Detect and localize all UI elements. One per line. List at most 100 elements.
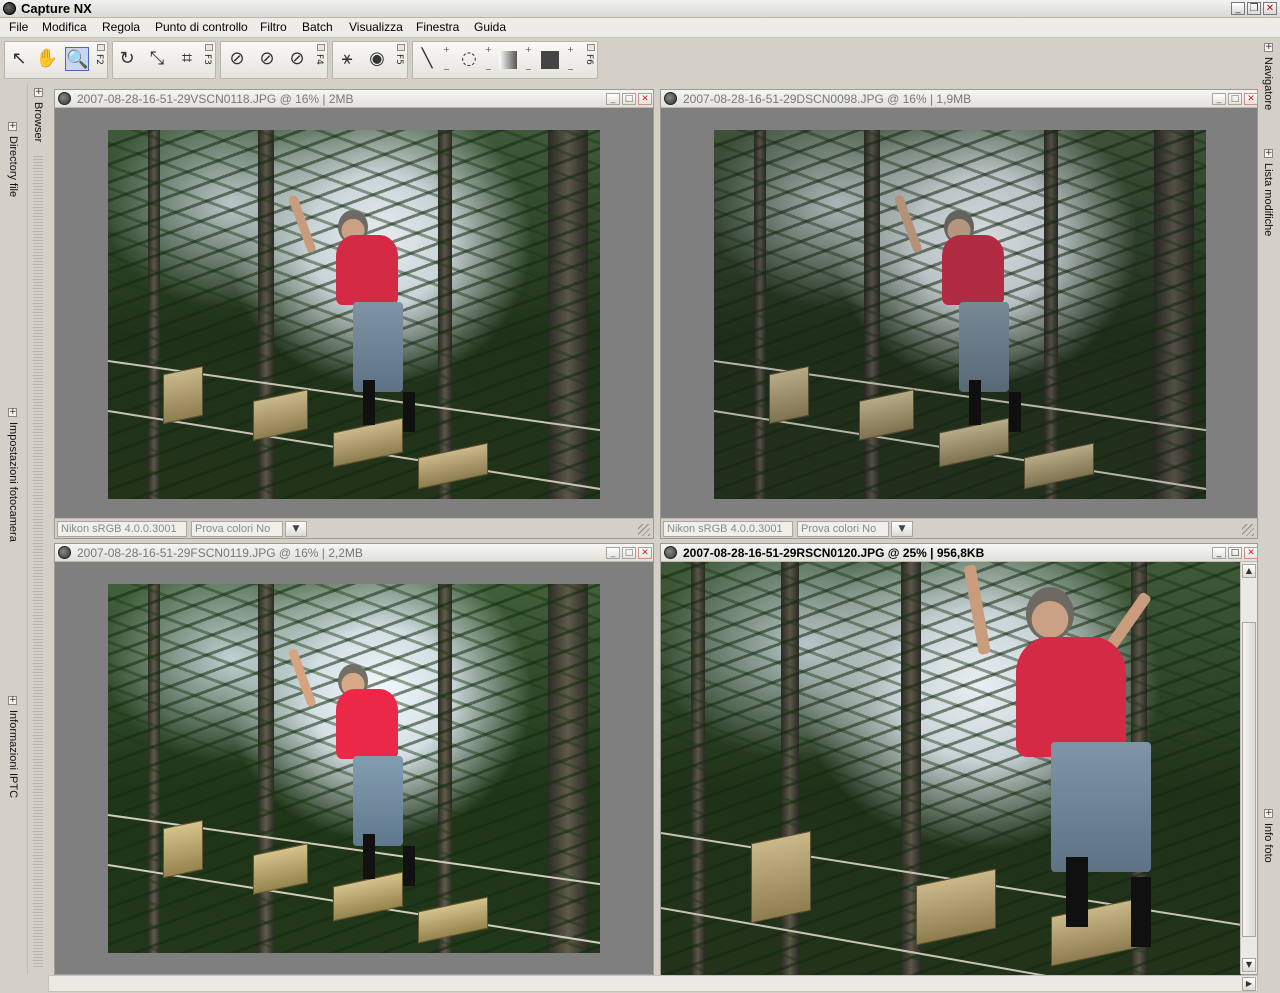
arrow-select-icon[interactable]: ↖ [7,47,31,71]
document-title-bar[interactable]: 2007-08-28-16-51-29FSCN0119.JPG @ 16% | … [55,544,653,562]
softproof-field: Prova colori No [797,521,889,537]
tool-group-f6: ╲ + − ◌ + − + − + − F6 [412,41,598,79]
red-eye-icon[interactable]: ⚹ [335,47,359,71]
hand-pan-icon[interactable]: ✋ [35,47,59,71]
expand-plus-icon[interactable]: + [1264,43,1273,52]
doc-minimize-button[interactable]: _ [606,93,620,105]
tab-directory-file[interactable]: Directory file [7,136,19,197]
menu-regola[interactable]: Regola [100,18,142,37]
doc-close-button[interactable]: ✕ [1244,93,1258,105]
zoom-icon[interactable]: 🔍 [65,47,89,71]
doc-maximize-button[interactable]: □ [1228,93,1242,105]
doc-close-button[interactable]: ✕ [638,93,652,105]
splitter[interactable] [33,154,43,969]
gradient-minus[interactable]: − [525,66,532,74]
document-window[interactable]: 2007-08-28-16-51-29VSCN0118.JPG @ 16% | … [54,89,654,539]
expand-plus-icon[interactable]: + [1264,149,1273,158]
tab-info-foto[interactable]: Info foto [1262,823,1274,863]
doc-close-button[interactable]: ✕ [638,547,652,559]
lasso-plus[interactable]: + [485,46,492,54]
shortcut-f3: F3 [202,54,212,65]
menu-modifica[interactable]: Modifica [40,18,89,37]
fill-icon[interactable] [541,51,559,69]
tab-navigatore[interactable]: Navigatore [1262,57,1274,110]
group-expand-toggle[interactable] [587,44,595,51]
menu-punto-di-controllo[interactable]: Punto di controllo [153,18,250,37]
shortcut-f6: F6 [584,54,594,65]
capture-nx-window: Capture NX _ ❐ ✕ File Modifica Regola Pu… [0,0,1280,993]
expand-plus-icon[interactable]: + [1264,809,1273,818]
document-window-active[interactable]: 2007-08-28-16-51-29RSCN0120.JPG @ 25% | … [660,543,1258,976]
tab-informazioni-iptc[interactable]: Informazioni IPTC [7,710,19,798]
doc-close-button[interactable]: ✕ [1244,547,1258,559]
scroll-up-button[interactable]: ▲ [1242,564,1256,578]
group-expand-toggle[interactable] [397,44,405,51]
lasso-icon[interactable]: ◌ [457,47,481,71]
minimize-button[interactable]: _ [1231,2,1245,15]
menu-filtro[interactable]: Filtro [258,18,289,37]
resize-grip[interactable] [1242,524,1254,536]
scroll-right-button[interactable]: ▶ [1242,977,1256,991]
tab-impostazioni-fotocamera[interactable]: Impostazioni fotocamera [7,422,19,542]
document-window[interactable]: 2007-08-28-16-51-29FSCN0119.JPG @ 16% | … [54,543,654,975]
menu-finestra[interactable]: Finestra [414,18,461,37]
photo-canvas[interactable] [714,130,1206,499]
group-expand-toggle[interactable] [97,44,105,51]
expand-plus-icon[interactable]: + [8,408,17,417]
menu-visualizza[interactable]: Visualizza [347,18,405,37]
menu-guida[interactable]: Guida [472,18,508,37]
nikon-logo-icon [664,546,677,559]
brush-icon[interactable]: ╲ [415,47,439,71]
eye-icon[interactable]: ◉ [365,47,389,71]
softproof-dropdown[interactable]: ▼ [891,521,913,537]
group-expand-toggle[interactable] [205,44,213,51]
menu-batch[interactable]: Batch [300,18,335,37]
expand-plus-icon[interactable]: + [8,122,17,131]
shortcut-f4: F4 [314,54,324,65]
document-window[interactable]: 2007-08-28-16-51-29DSCN0098.JPG @ 16% | … [660,89,1258,539]
doc-maximize-button[interactable]: □ [622,93,636,105]
resize-grip[interactable] [638,524,650,536]
vertical-scrollbar[interactable]: ▲ ▼ [1240,562,1257,974]
photo-canvas[interactable] [108,584,600,953]
workspace-horizontal-scrollbar[interactable]: ▶ [48,975,1258,992]
fill-plus[interactable]: + [567,46,574,54]
tab-lista-modifiche[interactable]: Lista modifiche [1262,163,1274,236]
menu-file[interactable]: File [7,18,30,37]
expand-plus-icon[interactable]: + [34,88,43,97]
doc-minimize-button[interactable]: _ [606,547,620,559]
document-status-bar: Nikon sRGB 4.0.0.3001 Prova colori No ▼ [661,518,1257,538]
doc-minimize-button[interactable]: _ [1212,547,1226,559]
close-button[interactable]: ✕ [1263,2,1277,15]
fill-minus[interactable]: − [567,66,574,74]
nikon-logo-icon [3,2,16,15]
photo-canvas[interactable] [661,562,1241,976]
doc-minimize-button[interactable]: _ [1212,93,1226,105]
document-title-bar[interactable]: 2007-08-28-16-51-29DSCN0098.JPG @ 16% | … [661,90,1258,108]
neutral-point-dropper-icon[interactable]: ⊘ [255,47,279,71]
app-title: Capture NX [21,1,92,16]
doc-maximize-button[interactable]: □ [1228,547,1242,559]
lasso-minus[interactable]: − [485,66,492,74]
white-point-dropper-icon[interactable]: ⊘ [285,47,309,71]
size-plus[interactable]: + [443,46,450,54]
document-title: 2007-08-28-16-51-29DSCN0098.JPG @ 16% | … [683,92,972,106]
rotate-icon[interactable]: ↻ [115,47,139,71]
straighten-icon[interactable]: ⤡ [145,47,169,71]
document-title-bar[interactable]: 2007-08-28-16-51-29VSCN0118.JPG @ 16% | … [55,90,653,108]
softproof-dropdown[interactable]: ▼ [285,521,307,537]
doc-maximize-button[interactable]: □ [622,547,636,559]
tab-browser[interactable]: Browser [32,102,44,142]
crop-icon[interactable]: ⌗ [175,47,199,71]
gradient-icon[interactable] [499,51,517,69]
size-minus[interactable]: − [443,66,450,74]
group-expand-toggle[interactable] [317,44,325,51]
gradient-plus[interactable]: + [525,46,532,54]
document-title-bar[interactable]: 2007-08-28-16-51-29RSCN0120.JPG @ 25% | … [661,544,1258,562]
restore-button[interactable]: ❐ [1247,2,1261,15]
scroll-thumb[interactable] [1242,622,1256,937]
scroll-down-button[interactable]: ▼ [1242,958,1256,972]
expand-plus-icon[interactable]: + [8,696,17,705]
black-point-dropper-icon[interactable]: ⊘ [225,47,249,71]
photo-canvas[interactable] [108,130,600,499]
